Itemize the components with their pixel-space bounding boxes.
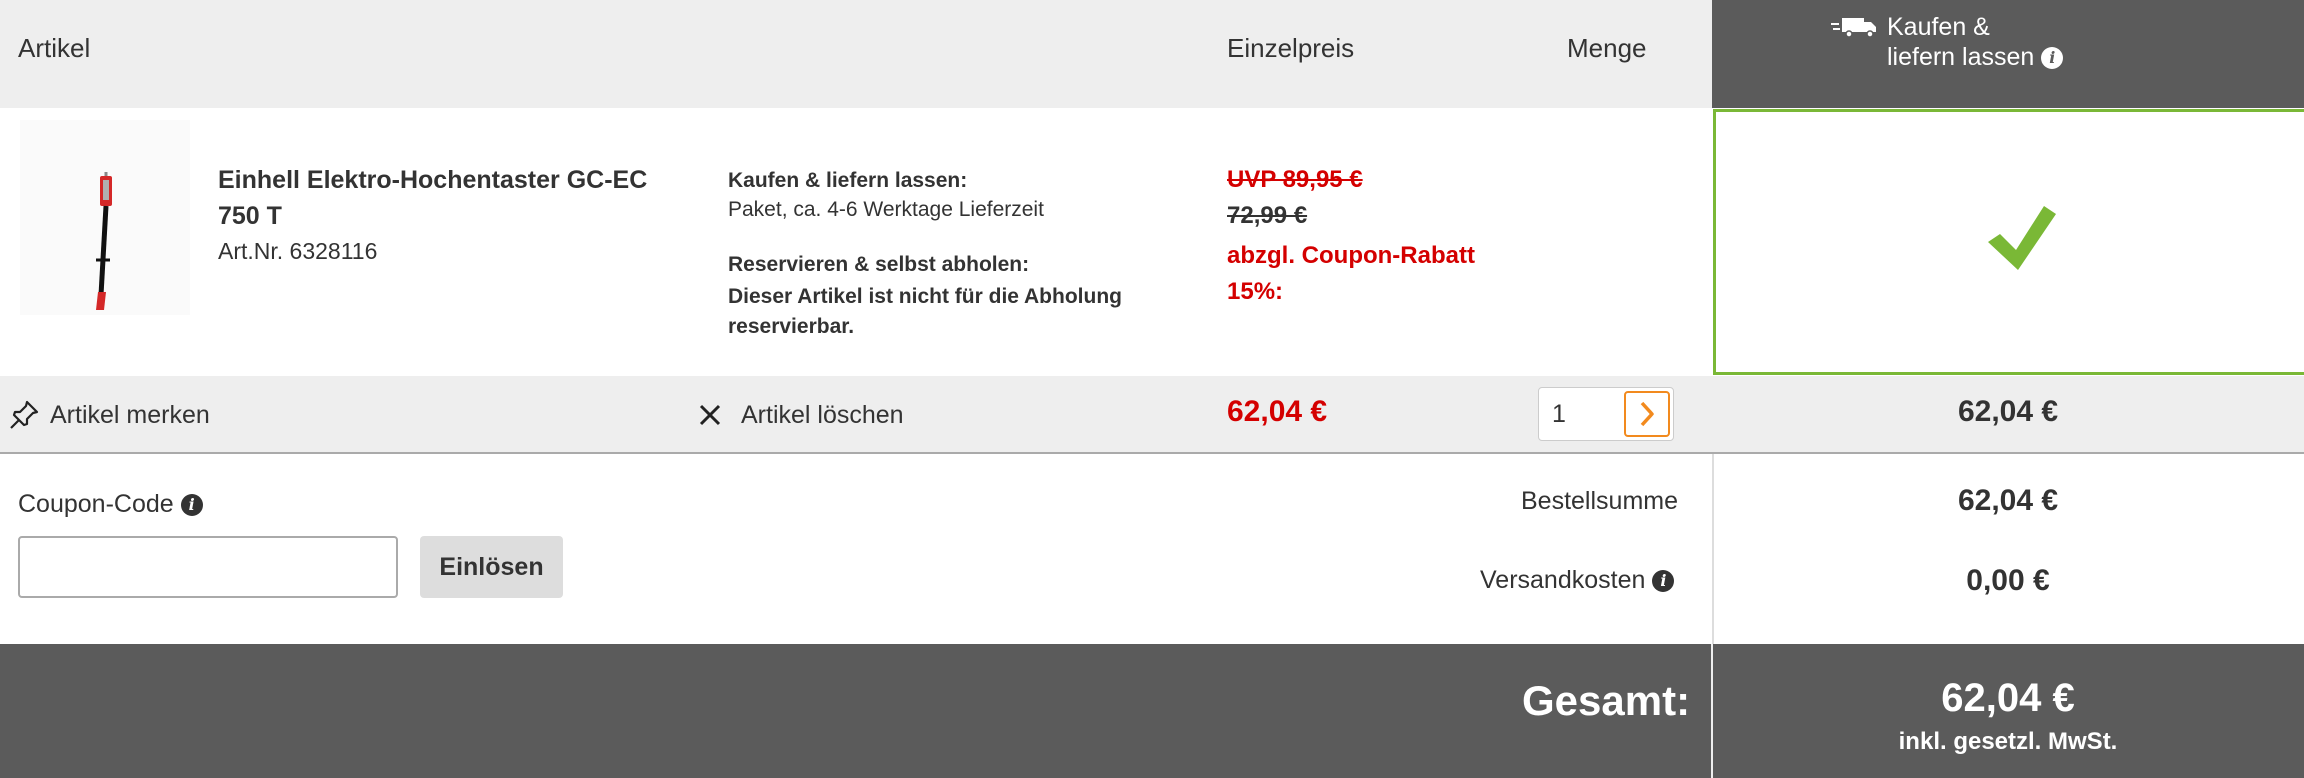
coupon-info-icon[interactable]: i bbox=[180, 494, 203, 517]
chevron-right-icon bbox=[1640, 401, 1654, 427]
total-value: 62,04 € bbox=[1941, 676, 2075, 720]
product-image[interactable] bbox=[20, 120, 190, 315]
reserve-text: Dieser Artikel ist nicht für die Abholun… bbox=[728, 285, 1122, 338]
delete-item-button[interactable]: Artikel löschen bbox=[741, 401, 904, 430]
checkmark-icon bbox=[1988, 206, 2056, 270]
shipping-text: Paket, ca. 4-6 Werktage Lieferzeit bbox=[728, 198, 1044, 221]
coupon-redeem-button[interactable]: Einlösen bbox=[420, 536, 563, 598]
product-article-number: Art.Nr. 6328116 bbox=[218, 238, 378, 264]
delivery-option-selected[interactable] bbox=[1713, 109, 2304, 375]
close-icon[interactable] bbox=[698, 403, 722, 427]
pin-icon[interactable] bbox=[8, 399, 40, 431]
uvp-price: UVP 89,95 € bbox=[1227, 166, 1363, 193]
shipping-cost-value: 0,00 € bbox=[1966, 564, 2050, 597]
column-header-article: Artikel bbox=[18, 33, 91, 63]
column-divider bbox=[1712, 454, 1714, 644]
shipping-cost-label: Versandkosten i bbox=[1480, 566, 1675, 595]
coupon-label: Coupon-Code i bbox=[18, 490, 203, 519]
shipping-info-icon[interactable]: i bbox=[1652, 570, 1675, 593]
column-header-unit-price: Einzelpreis bbox=[1227, 33, 1355, 63]
current-price: 62,04 € bbox=[1227, 395, 1328, 428]
order-sum-label: Bestellsumme bbox=[1521, 487, 1678, 515]
old-price: 72,99 € bbox=[1227, 202, 1308, 229]
order-sum-value: 62,04 € bbox=[1957, 484, 2059, 517]
quantity-update-button[interactable] bbox=[1624, 391, 1670, 437]
cart-header bbox=[0, 0, 1712, 108]
quantity-value[interactable]: 1 bbox=[1552, 400, 1566, 429]
column-header-quantity: Menge bbox=[1567, 33, 1647, 63]
delivery-truck-icon bbox=[1831, 16, 1879, 38]
coupon-code-input[interactable] bbox=[18, 536, 398, 598]
delivery-label-line1: Kaufen & bbox=[1887, 13, 1990, 41]
delivery-label-line2: liefern lassen bbox=[1887, 43, 2035, 71]
reserve-title: Reservieren & selbst abholen: bbox=[728, 253, 1030, 276]
delivery-info-icon[interactable]: i bbox=[2041, 47, 2064, 70]
shipping-title: Kaufen & liefern lassen: bbox=[728, 169, 968, 192]
vat-note: inkl. gesetzl. MwSt. bbox=[1898, 728, 2118, 755]
item-row-total: 62,04 € bbox=[1957, 395, 2059, 428]
delivery-option-label: Kaufen & liefern lassen i bbox=[1887, 12, 2064, 72]
product-name[interactable]: Einhell Elektro-Hochentaster GC-EC 750 T bbox=[218, 162, 688, 234]
total-label: Gesamt: bbox=[1522, 677, 1691, 724]
remember-item-button[interactable]: Artikel merken bbox=[50, 401, 210, 430]
shipping-cost-label-text: Versandkosten bbox=[1480, 566, 1646, 594]
coupon-discount-label: abzgl. Coupon-Rabatt 15%: bbox=[1227, 242, 1475, 305]
coupon-label-text: Coupon-Code bbox=[18, 490, 174, 518]
